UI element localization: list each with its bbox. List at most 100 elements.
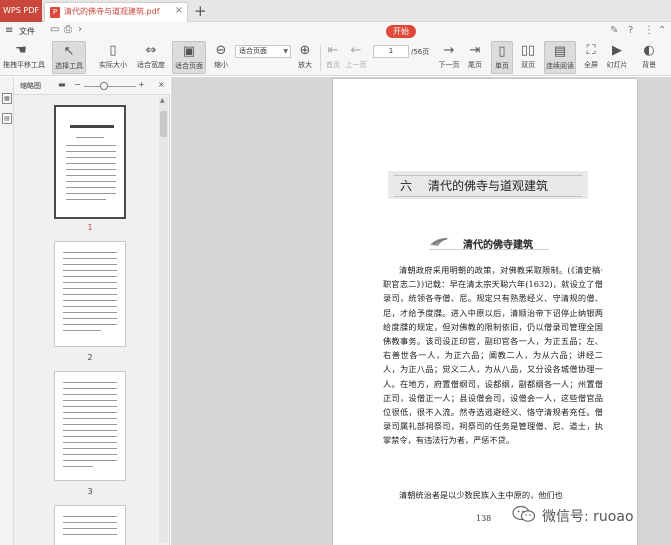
thumbnail-page-3[interactable] <box>54 371 126 481</box>
new-tab-button[interactable]: + <box>194 1 207 21</box>
next-page-icon: → <box>443 43 455 58</box>
document-tab-label: 清代的佛寺与道观建筑.pdf <box>64 7 160 16</box>
thumbnail-page-4[interactable] <box>54 505 126 545</box>
slideshow-button[interactable]: ▶ 幻灯片 <box>604 41 630 74</box>
thumbnail-heading <box>70 125 114 128</box>
actual-size-icon: ▯ <box>109 43 117 58</box>
double-page-icon: ▯▯ <box>520 43 536 58</box>
document-tab[interactable]: P 清代的佛寺与道观建筑.pdf × <box>44 2 188 22</box>
chapter-number: 六 <box>400 179 413 193</box>
fullscreen-button[interactable]: ⛶ 全屏 <box>580 41 602 74</box>
prev-page-button[interactable]: ← 上一页 <box>344 41 368 74</box>
fullscreen-label: 全屏 <box>584 61 598 69</box>
zoom-value: 适合页面 <box>239 47 267 55</box>
open-folder-icon[interactable]: ▭ <box>50 24 59 35</box>
file-menu[interactable]: 文件 <box>19 26 35 37</box>
thumbnail-scroll-thumb[interactable] <box>160 111 167 137</box>
body-paragraph: 清朝政府采用明朝的政策，对佛教采取限制。(《清史稿·职官志二》)记载：早在清太宗… <box>383 265 603 446</box>
last-page-icon: ⇥ <box>469 43 481 58</box>
hand-tool-label: 拖拽平移工具 <box>3 61 45 69</box>
title-bar: WPS PDF P 清代的佛寺与道观建筑.pdf × + <box>0 0 671 22</box>
thumbnail-page-2[interactable] <box>54 241 126 347</box>
first-page-icon: ⇤ <box>327 43 339 58</box>
fit-page-button[interactable]: ▣ 适合页面 <box>172 41 206 74</box>
select-tool-label: 选择工具 <box>55 62 83 70</box>
close-panel-icon[interactable]: × <box>158 80 165 89</box>
page-total: /56页 <box>411 48 430 56</box>
prev-page-icon: ← <box>350 43 362 58</box>
thumbnail-page-1[interactable] <box>54 105 126 219</box>
prev-page-label: 上一页 <box>345 61 367 69</box>
continuous-read-label: 连续阅读 <box>546 62 574 70</box>
chapter-heading-box: 六 清代的佛寺与道观建筑 <box>388 171 588 199</box>
thumbnail-title: 缩略图 <box>20 82 41 90</box>
actual-size-label: 实际大小 <box>99 61 127 69</box>
zoom-select[interactable]: 适合页面 ▼ <box>235 45 291 58</box>
tab-start[interactable]: 开始 <box>386 25 416 38</box>
thumbnail-larger-icon[interactable]: + <box>138 80 145 89</box>
thumbnail-size-slider[interactable] <box>84 86 136 87</box>
help-icon[interactable]: ? <box>628 25 633 36</box>
section-ornament-icon <box>430 237 449 246</box>
print-icon[interactable]: ⎙ <box>64 24 72 35</box>
menu-icon[interactable]: ≡ <box>5 25 13 36</box>
body-paragraph-2: 清朝统治者是以少数民族入主中原的，他们也 <box>399 490 563 500</box>
scroll-up-icon[interactable]: ▲ <box>160 97 165 104</box>
single-page-label: 单页 <box>495 62 509 70</box>
more-arrow-icon[interactable]: › <box>78 24 82 35</box>
close-tab-icon[interactable]: × <box>175 5 183 16</box>
thumbnail-page-number: 3 <box>87 487 93 496</box>
section-underline <box>429 249 549 250</box>
next-page-label: 下一页 <box>438 61 460 69</box>
last-page-label: 尾页 <box>468 61 482 69</box>
page-number: 138 <box>476 514 492 523</box>
continuous-read-button[interactable]: ▤ 连续阅读 <box>544 41 576 74</box>
document-view[interactable]: 六 清代的佛寺与道观建筑 清代的佛寺建筑 清朝政府采用明朝的政策，对佛教采取限制… <box>171 77 671 545</box>
pen-icon[interactable]: ✎ <box>610 25 618 36</box>
thumbnail-page-number: 2 <box>87 353 93 362</box>
toolbar-divider <box>320 45 321 71</box>
background-label: 背景 <box>642 61 656 69</box>
thumbnail-options-icon[interactable]: ▬ <box>58 80 66 89</box>
fit-width-button[interactable]: ⇔ 适合宽度 <box>134 41 168 74</box>
thumbnail-scrollbar[interactable]: ▲ <box>159 97 168 543</box>
single-page-icon: ▯ <box>498 44 506 59</box>
slideshow-label: 幻灯片 <box>606 61 628 69</box>
double-page-button[interactable]: ▯▯ 双页 <box>515 41 541 74</box>
zoom-in-button[interactable]: ⊕ 放大 <box>294 41 316 74</box>
thumbnail-pane: 缩略图 ▬ − + × ▲ 1 2 3 <box>14 77 170 545</box>
first-page-button[interactable]: ⇤ 首页 <box>322 41 344 74</box>
bookmark-panel-icon[interactable]: ▤ <box>2 113 12 124</box>
zoom-out-button[interactable]: ⊖ 缩小 <box>210 41 232 74</box>
thumbnail-header: 缩略图 ▬ − + × <box>14 77 170 95</box>
actual-size-button[interactable]: ▯ 实际大小 <box>96 41 130 74</box>
thumbnail-smaller-icon[interactable]: − <box>74 80 81 89</box>
background-button[interactable]: ◐ 背景 <box>636 41 662 74</box>
last-page-button[interactable]: ⇥ 尾页 <box>464 41 486 74</box>
next-page-button[interactable]: → 下一页 <box>436 41 462 74</box>
select-tool-button[interactable]: ↖ 选择工具 <box>52 41 86 74</box>
background-icon: ◐ <box>643 43 655 58</box>
page-number-input[interactable]: 1 <box>373 45 409 58</box>
thumbnail-size-knob[interactable] <box>100 82 108 90</box>
more-icon[interactable]: ⋮ <box>644 25 654 36</box>
fit-width-icon: ⇔ <box>145 43 157 58</box>
first-page-label: 首页 <box>326 61 340 69</box>
zoom-in-icon: ⊕ <box>299 43 311 58</box>
app-tab[interactable]: WPS PDF <box>0 0 42 22</box>
hand-tool-button[interactable]: ☚ 拖拽平移工具 <box>3 41 45 74</box>
continuous-icon: ▤ <box>553 44 567 59</box>
fit-page-label: 适合页面 <box>175 62 203 70</box>
chapter-title: 清代的佛寺与道观建筑 <box>428 179 549 193</box>
thumbnail-page-number: 1 <box>87 223 93 232</box>
single-page-button[interactable]: ▯ 单页 <box>491 41 513 74</box>
pointer-icon: ↖ <box>63 44 75 59</box>
zoom-out-icon: ⊖ <box>215 43 227 58</box>
thumbnail-panel-icon[interactable]: ▦ <box>2 93 12 104</box>
fit-page-icon: ▣ <box>182 44 196 59</box>
zoom-out-label: 缩小 <box>214 61 228 69</box>
fit-width-label: 适合宽度 <box>137 61 165 69</box>
document-page: 六 清代的佛寺与道观建筑 清代的佛寺建筑 清朝政府采用明朝的政策，对佛教采取限制… <box>333 79 637 545</box>
slideshow-icon: ▶ <box>612 43 622 58</box>
collapse-icon[interactable]: ⌃ <box>658 25 666 36</box>
